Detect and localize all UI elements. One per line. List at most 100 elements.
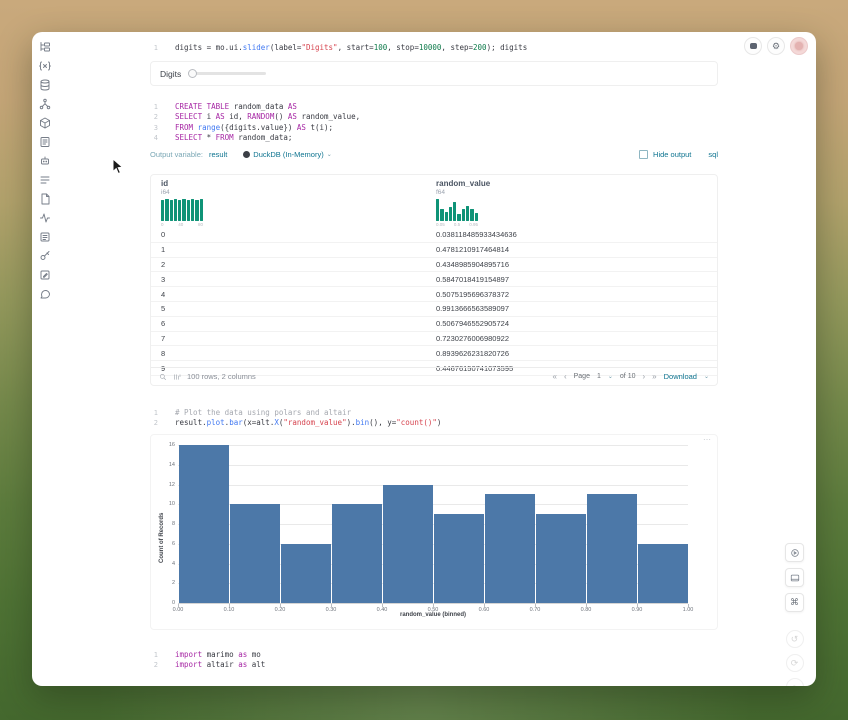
histogram-bar[interactable] xyxy=(434,514,484,603)
hist-bar xyxy=(475,213,478,221)
table-row[interactable]: 70.7230276006980922 xyxy=(151,332,717,347)
datasources-icon[interactable] xyxy=(38,78,53,91)
secrets-icon[interactable] xyxy=(38,249,53,262)
outline-icon[interactable] xyxy=(38,230,53,243)
cell-random-value: 0.7230276006980922 xyxy=(436,334,717,343)
table-row[interactable]: 30.5847018419154897 xyxy=(151,272,717,287)
search-icon[interactable] xyxy=(159,373,167,381)
gridline xyxy=(178,465,688,466)
table-row[interactable]: 50.9913666563589097 xyxy=(151,302,717,317)
hist-tick-label: 0.95 xyxy=(469,222,478,227)
slider-code-cell[interactable]: 1digits = mo.ui.slider(label="Digits", s… xyxy=(132,43,527,53)
rerun-button[interactable]: ⟳ xyxy=(786,654,804,672)
variables-icon[interactable] xyxy=(38,59,53,72)
code-line[interactable]: 1# Plot the data using polars and altair xyxy=(132,408,441,418)
scratchpad-icon[interactable] xyxy=(38,135,53,148)
snippets-icon[interactable] xyxy=(38,268,53,281)
undo-button[interactable]: ↺ xyxy=(786,630,804,648)
cell-random-value: 0.9913666563589097 xyxy=(436,304,717,313)
hide-output-checkbox[interactable] xyxy=(639,150,648,159)
histogram-bar[interactable] xyxy=(536,514,586,603)
column-header-id[interactable]: id i64 04080 xyxy=(161,179,203,227)
chart-actions-menu[interactable]: ⋯ xyxy=(703,435,711,444)
table-row[interactable]: 40.5075195696378372 xyxy=(151,287,717,302)
code-line[interactable]: 1digits = mo.ui.slider(label="Digits", s… xyxy=(132,43,527,53)
output-variable-label: Output variable: xyxy=(150,150,203,159)
column-header-random-value[interactable]: random_value f64 0.050.50.95 xyxy=(436,179,490,227)
code-line[interactable]: 1CREATE TABLE random_data AS xyxy=(132,102,360,112)
histogram-bar[interactable] xyxy=(485,494,535,603)
keyboard-shortcuts-button[interactable]: ⌘ xyxy=(785,593,804,612)
histogram-bar[interactable] xyxy=(281,544,331,603)
hide-output-label[interactable]: Hide output xyxy=(653,150,691,159)
status-indicator-button[interactable] xyxy=(790,37,808,55)
table-row[interactable]: 10.4781210917464814 xyxy=(151,243,717,258)
sql-code-cell[interactable]: 1CREATE TABLE random_data AS2SELECT i AS… xyxy=(132,102,360,143)
histogram-bar[interactable] xyxy=(383,485,433,604)
histogram-bar[interactable] xyxy=(179,445,229,603)
histogram-bar[interactable] xyxy=(230,504,280,603)
output-variable-value[interactable]: result xyxy=(209,150,227,159)
logs-icon[interactable] xyxy=(38,173,53,186)
hist-bar xyxy=(436,199,439,221)
next-page-button[interactable]: › xyxy=(642,372,645,381)
status-dot-icon xyxy=(795,42,803,50)
page-chevron-down-icon[interactable]: ⌄ xyxy=(608,373,613,380)
histogram-bar[interactable] xyxy=(332,504,382,603)
line-number: 1 xyxy=(132,43,158,53)
histogram-bar[interactable] xyxy=(587,494,637,603)
hist-bar xyxy=(466,206,469,221)
table-row[interactable]: 60.5067946552905724 xyxy=(151,317,717,332)
last-page-button[interactable]: » xyxy=(652,372,656,381)
histogram-bar[interactable] xyxy=(638,544,688,603)
code-line[interactable]: 2import altair as alt xyxy=(132,660,265,670)
column-name: random_value xyxy=(436,179,490,188)
cell-language-badge[interactable]: sql xyxy=(708,150,718,159)
table-row[interactable]: 00.038118485933434636 xyxy=(151,228,717,243)
hist-bar xyxy=(170,200,173,221)
extra-action-button[interactable]: ○ xyxy=(786,678,804,686)
column-name: id xyxy=(161,179,203,188)
feedback-icon[interactable] xyxy=(38,287,53,300)
ai-chat-icon[interactable] xyxy=(38,154,53,167)
imports-code-cell[interactable]: 1import marimo as mo2import altair as al… xyxy=(132,650,265,671)
engine-label: DuckDB (In-Memory) xyxy=(253,150,323,159)
y-tick-label: 10 xyxy=(155,501,175,507)
page-select[interactable]: 1 xyxy=(597,373,601,380)
code-line[interactable]: 4SELECT * FROM random_data; xyxy=(132,133,360,143)
dependency-graph-icon[interactable] xyxy=(38,97,53,110)
code-line[interactable]: 1import marimo as mo xyxy=(132,650,265,660)
terminal-panel-button[interactable] xyxy=(785,568,804,587)
code-line[interactable]: 2SELECT i AS id, RANDOM() AS random_valu… xyxy=(132,112,360,122)
app-view-toggle-button[interactable] xyxy=(785,543,804,562)
notebook-menu-button[interactable] xyxy=(744,37,762,55)
tracing-icon[interactable] xyxy=(38,211,53,224)
table-row[interactable]: 80.8939626231820726 xyxy=(151,346,717,361)
code-line[interactable]: 2result.plot.bar(x=alt.X("random_value")… xyxy=(132,418,441,428)
slider-track[interactable] xyxy=(188,72,266,75)
file-explorer-icon[interactable] xyxy=(38,40,53,53)
packages-icon[interactable] xyxy=(38,116,53,129)
circle-play-icon xyxy=(790,548,800,558)
first-page-button[interactable]: « xyxy=(552,372,556,381)
code-line[interactable]: 3FROM range({digits.value}) AS t(i); xyxy=(132,123,360,133)
undo-icon: ↺ xyxy=(791,634,799,645)
engine-select[interactable]: DuckDB (In-Memory) ⌄ xyxy=(243,150,331,159)
table-row[interactable]: 20.4348985904895716 xyxy=(151,258,717,273)
digits-slider[interactable] xyxy=(188,69,266,78)
hist-bar xyxy=(453,202,456,221)
download-chevron-down-icon[interactable]: ⌄ xyxy=(704,373,709,380)
cell-random-value: 0.5075195696378372 xyxy=(436,290,717,299)
columns-icon[interactable] xyxy=(173,373,181,381)
download-button[interactable]: Download xyxy=(664,372,697,381)
histogram-chart: ⋯ Count of Records random_value (binned)… xyxy=(150,434,718,630)
circle-icon: ○ xyxy=(792,682,797,686)
settings-gear-button[interactable]: ⚙ xyxy=(767,37,785,55)
slider-thumb[interactable] xyxy=(188,69,197,78)
prev-page-button[interactable]: ‹ xyxy=(564,372,567,381)
plot-code-cell[interactable]: 1# Plot the data using polars and altair… xyxy=(132,408,441,429)
hist-bar xyxy=(161,200,164,221)
hist-bar xyxy=(174,199,177,221)
hist-tick-label: 0.05 xyxy=(436,222,445,227)
documentation-icon[interactable] xyxy=(38,192,53,205)
